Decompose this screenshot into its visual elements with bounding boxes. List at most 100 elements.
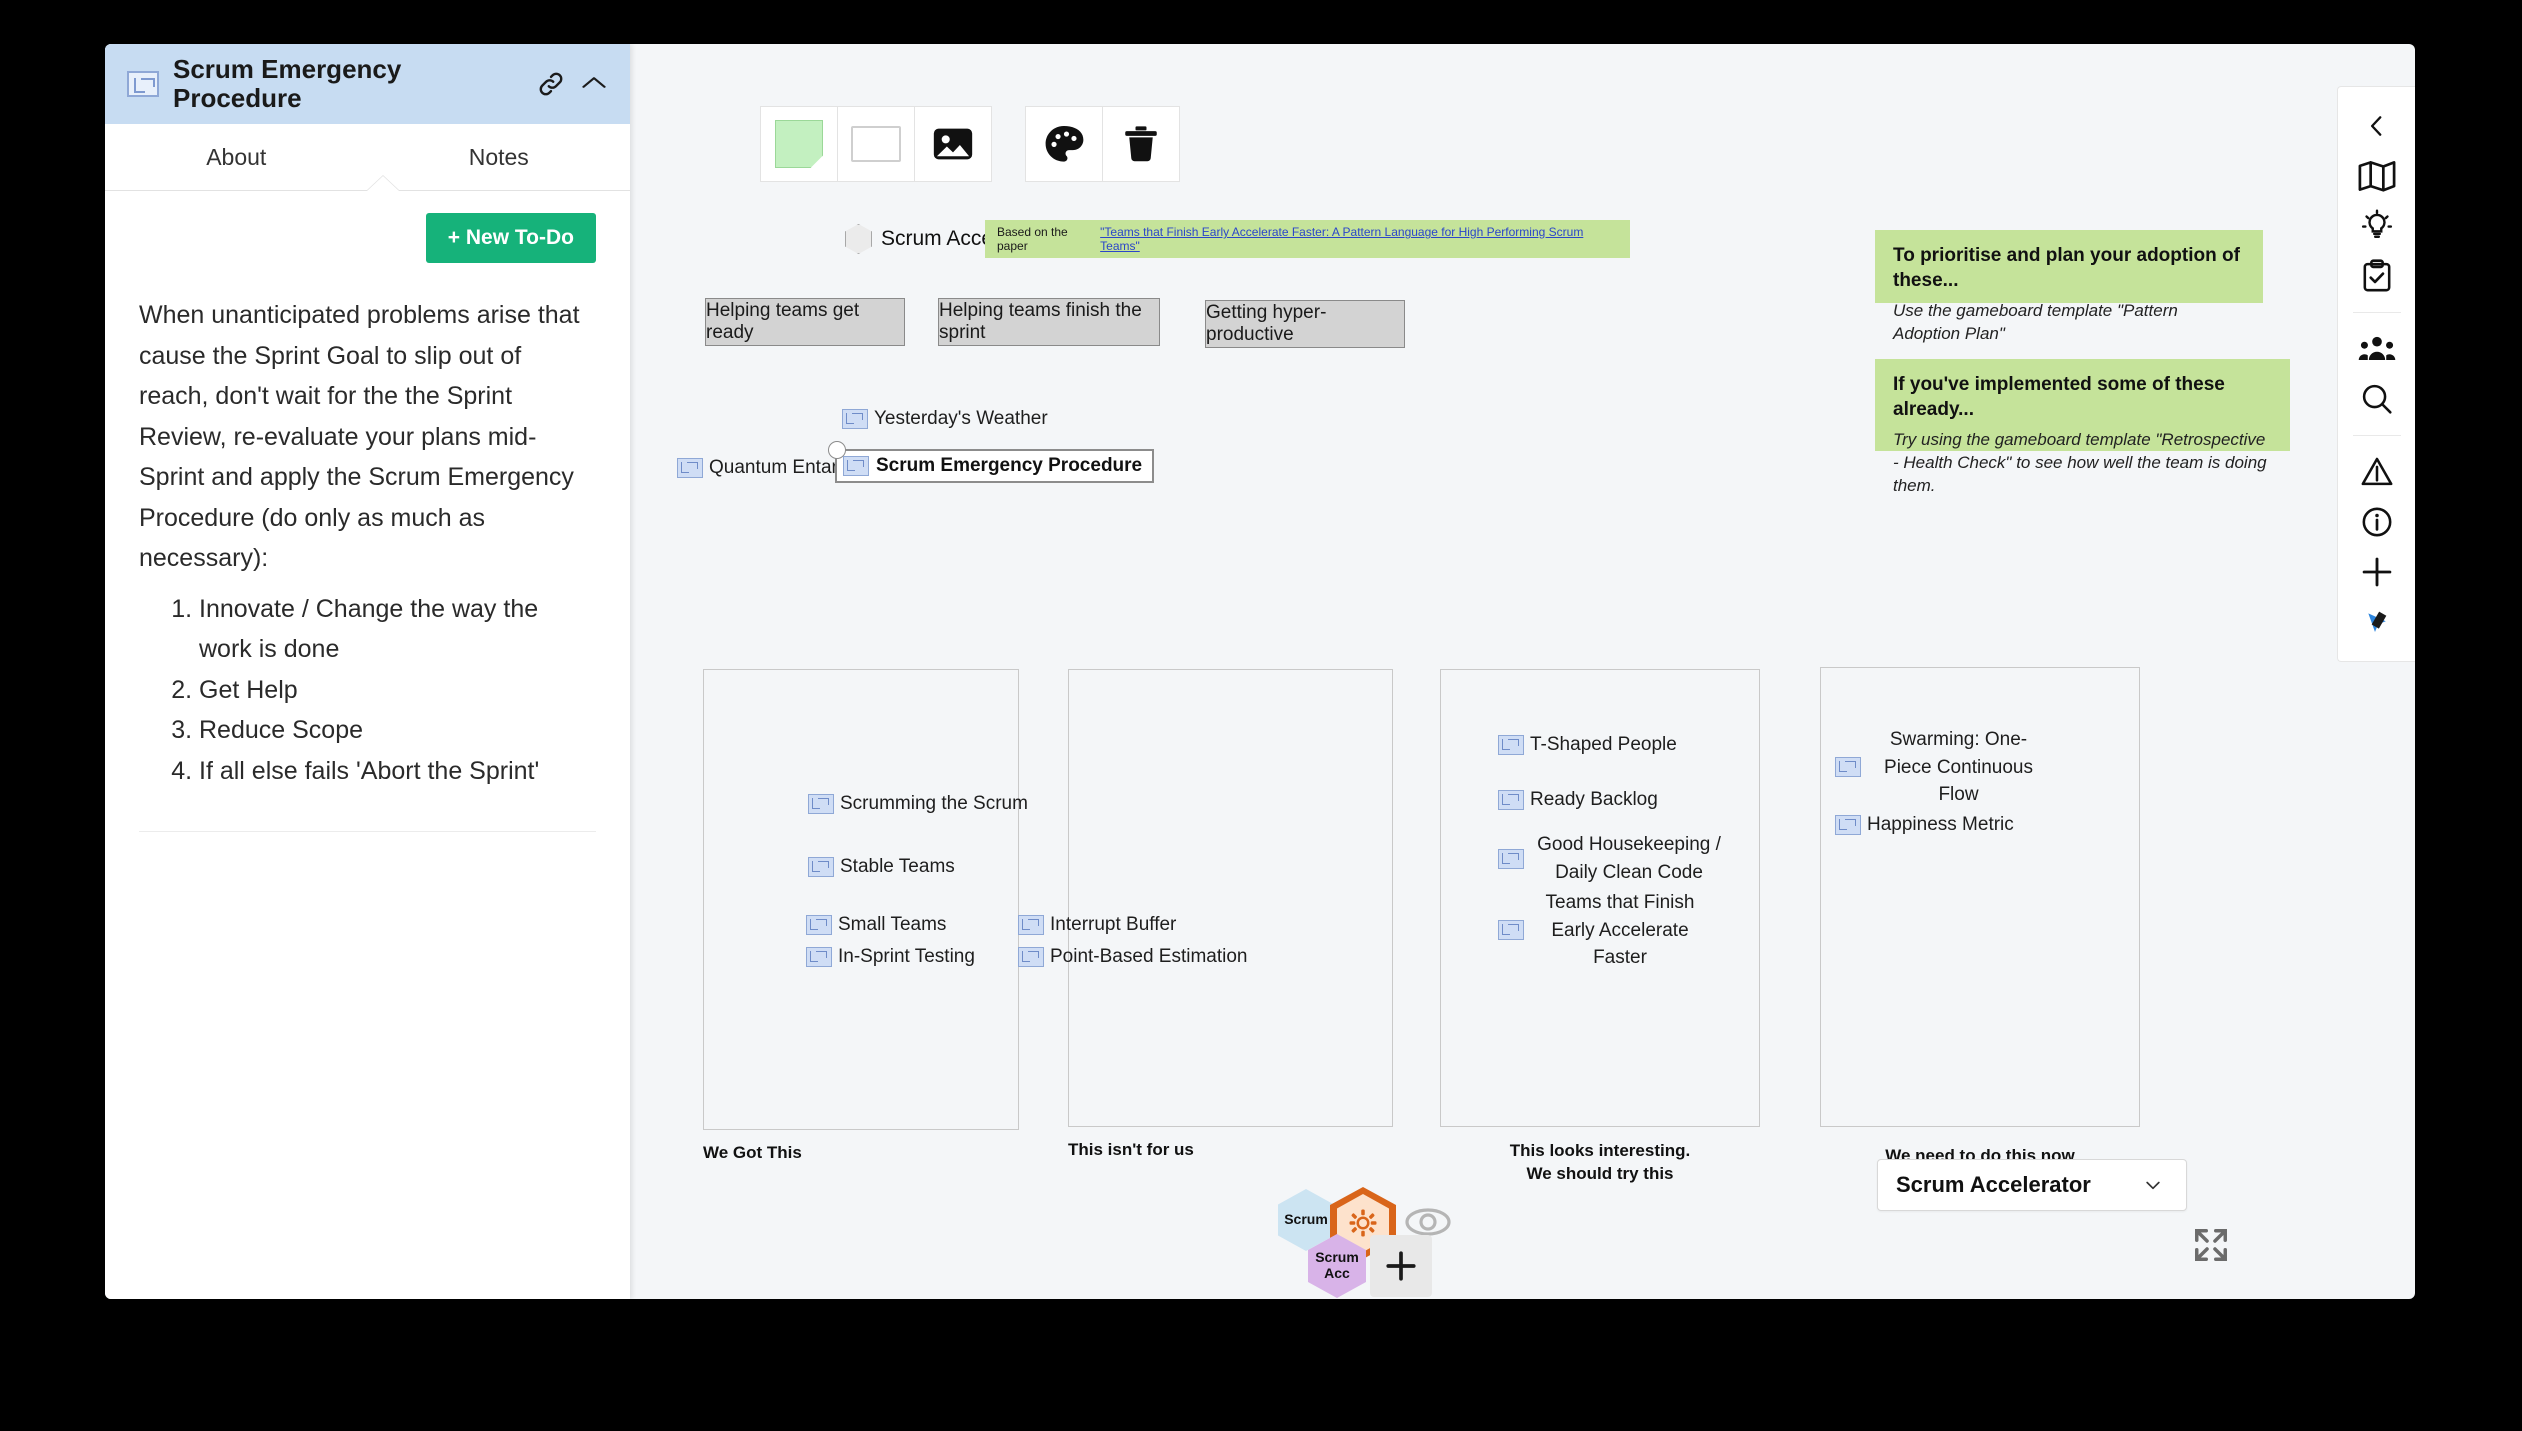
column-0-item-1[interactable]: Stable Teams [808, 856, 955, 878]
ideas-button[interactable] [2338, 201, 2416, 251]
item-label: Ready Backlog [1530, 789, 1658, 810]
panel-description: When unanticipated problems arise that c… [139, 301, 580, 572]
palette-icon [1045, 125, 1084, 162]
board-selector[interactable]: Scrum Accelerator [1877, 1159, 2187, 1211]
detail-panel-body: + New To-Do When unanticipated problems … [105, 191, 630, 832]
green-note-title: If you've implemented some of these alre… [1893, 374, 2225, 420]
add-sticky-note-button[interactable] [760, 106, 838, 182]
hex-add[interactable] [1370, 1235, 1432, 1297]
column-0-item-3[interactable]: In-Sprint Testing [806, 946, 975, 968]
cursor-tool-icon [2367, 611, 2386, 632]
tab-notes[interactable]: Notes [368, 124, 631, 190]
pattern-icon [1835, 815, 1861, 835]
column-3-item-1[interactable]: Happiness Metric [1835, 814, 2014, 836]
add-rectangle-button[interactable] [837, 106, 915, 182]
eye-icon [1405, 1208, 1451, 1236]
column-box-1[interactable] [1068, 669, 1393, 1127]
canvas-toolbar [760, 106, 1180, 182]
canvas-node-yesterdays-weather[interactable]: Yesterday's Weather [842, 408, 1048, 430]
alerts-button[interactable] [2338, 447, 2416, 497]
panel-divider [139, 831, 596, 832]
category-button-1[interactable]: Helping teams finish the sprint [938, 298, 1160, 346]
canvas-node-label: Scrum Emergency Procedure [876, 455, 1143, 476]
rail-divider [2352, 312, 2401, 313]
item-label: Swarming: One-Piece Continuous Flow [1884, 729, 2033, 806]
panel-steps-list: Innovate / Change the way the work is do… [139, 589, 596, 792]
green-note-subtitle: Try using the gameboard template "Retros… [1893, 430, 2267, 496]
column-1-item-0[interactable]: Interrupt Buffer [1018, 914, 1176, 936]
image-icon [933, 128, 973, 160]
board-canvas[interactable]: Scrum Accelerator Based on the paper "Te… [630, 44, 2335, 1299]
new-todo-row: + New To-Do [139, 213, 596, 263]
pattern-icon [1498, 735, 1524, 755]
plus-icon [2362, 557, 2391, 587]
hex-toolbar[interactable]: Scrum Scrum Acc [1270, 1187, 1500, 1299]
column-caption-1: This isn't for us [1068, 1140, 1194, 1159]
column-2-item-2[interactable]: Good Housekeeping / Daily Clean Code [1498, 831, 1728, 886]
column-box-0[interactable] [703, 669, 1019, 1130]
people-icon [2358, 336, 2395, 360]
canvas-node-selected-scrum-emergency-procedure[interactable]: Scrum Emergency Procedure [828, 441, 1155, 483]
green-note-subtitle: Use the gameboard template "Pattern Adop… [1893, 301, 2178, 344]
rail-divider [2352, 435, 2401, 436]
warning-triangle-icon [2361, 457, 2392, 486]
hex-label: Scrum [1284, 1211, 1328, 1228]
pattern-icon [842, 409, 868, 429]
column-2-item-1[interactable]: Ready Backlog [1498, 789, 1658, 811]
pattern-icon [1018, 915, 1044, 935]
column-2-item-0[interactable]: T-Shaped People [1498, 734, 1677, 756]
plus-icon [1386, 1251, 1416, 1281]
pattern-icon [677, 458, 703, 478]
pattern-icon [1018, 947, 1044, 967]
pattern-icon [808, 794, 834, 814]
column-2-item-3[interactable]: Teams that Finish Early Accelerate Faste… [1498, 889, 1710, 972]
fullscreen-button[interactable] [2192, 1226, 2230, 1269]
sticky-note-icon [775, 120, 823, 168]
detail-panel-tabs: About Notes [105, 124, 630, 191]
item-label: Happiness Metric [1867, 814, 2014, 835]
item-label: Good Housekeeping / Daily Clean Code [1537, 834, 1721, 883]
pattern-icon [806, 947, 832, 967]
list-item: Innovate / Change the way the work is do… [199, 589, 596, 670]
column-3-item-0[interactable]: Swarming: One-Piece Continuous Flow [1835, 726, 2050, 809]
collapse-rail-button[interactable] [2338, 101, 2416, 151]
toolbar-group-edit [1025, 106, 1180, 182]
add-button[interactable] [2338, 547, 2416, 597]
column-0-item-2[interactable]: Small Teams [806, 914, 946, 936]
chevron-up-icon[interactable] [580, 74, 608, 94]
paper-note-prefix: Based on the paper [997, 225, 1068, 253]
delete-button[interactable] [1102, 106, 1180, 182]
pattern-icon [1498, 790, 1524, 810]
lightbulb-icon [2361, 209, 2392, 238]
search-button[interactable] [2338, 374, 2416, 424]
link-icon[interactable] [536, 69, 566, 99]
category-button-0[interactable]: Helping teams get ready [705, 298, 905, 346]
board-selector-value: Scrum Accelerator [1896, 1172, 2091, 1197]
people-button[interactable] [2338, 324, 2416, 374]
fullscreen-icon [2195, 1229, 2227, 1261]
tasks-button[interactable] [2338, 251, 2416, 301]
palette-button[interactable] [1025, 106, 1103, 182]
add-image-button[interactable] [914, 106, 992, 182]
green-note-1[interactable]: If you've implemented some of these alre… [1875, 359, 2290, 495]
detail-panel: Scrum Emergency Procedure About Notes + … [105, 44, 630, 1299]
rectangle-icon [851, 126, 901, 162]
green-note-0[interactable]: To prioritise and plan your adoption of … [1875, 230, 2263, 343]
info-circle-icon [2362, 507, 2391, 537]
new-todo-button[interactable]: + New To-Do [425, 213, 596, 263]
list-item: Reduce Scope [199, 710, 596, 751]
canvas-node-label: Yesterday's Weather [874, 408, 1048, 429]
right-tool-rail [2337, 86, 2415, 662]
pointer-tool-button[interactable] [2338, 597, 2416, 647]
tab-about[interactable]: About [105, 124, 368, 190]
category-button-2[interactable]: Getting hyper-productive [1205, 300, 1405, 348]
paper-link[interactable]: "Teams that Finish Early Accelerate Fast… [1100, 225, 1618, 253]
list-item: If all else fails 'Abort the Sprint' [199, 751, 596, 792]
map-button[interactable] [2338, 151, 2416, 201]
item-label: T-Shaped People [1530, 734, 1677, 755]
paper-reference-note: Based on the paper "Teams that Finish Ea… [985, 220, 1630, 258]
pattern-icon [843, 456, 869, 476]
column-1-item-1[interactable]: Point-Based Estimation [1018, 946, 1248, 968]
info-button[interactable] [2338, 497, 2416, 547]
column-0-item-0[interactable]: Scrumming the Scrum [808, 793, 1028, 815]
